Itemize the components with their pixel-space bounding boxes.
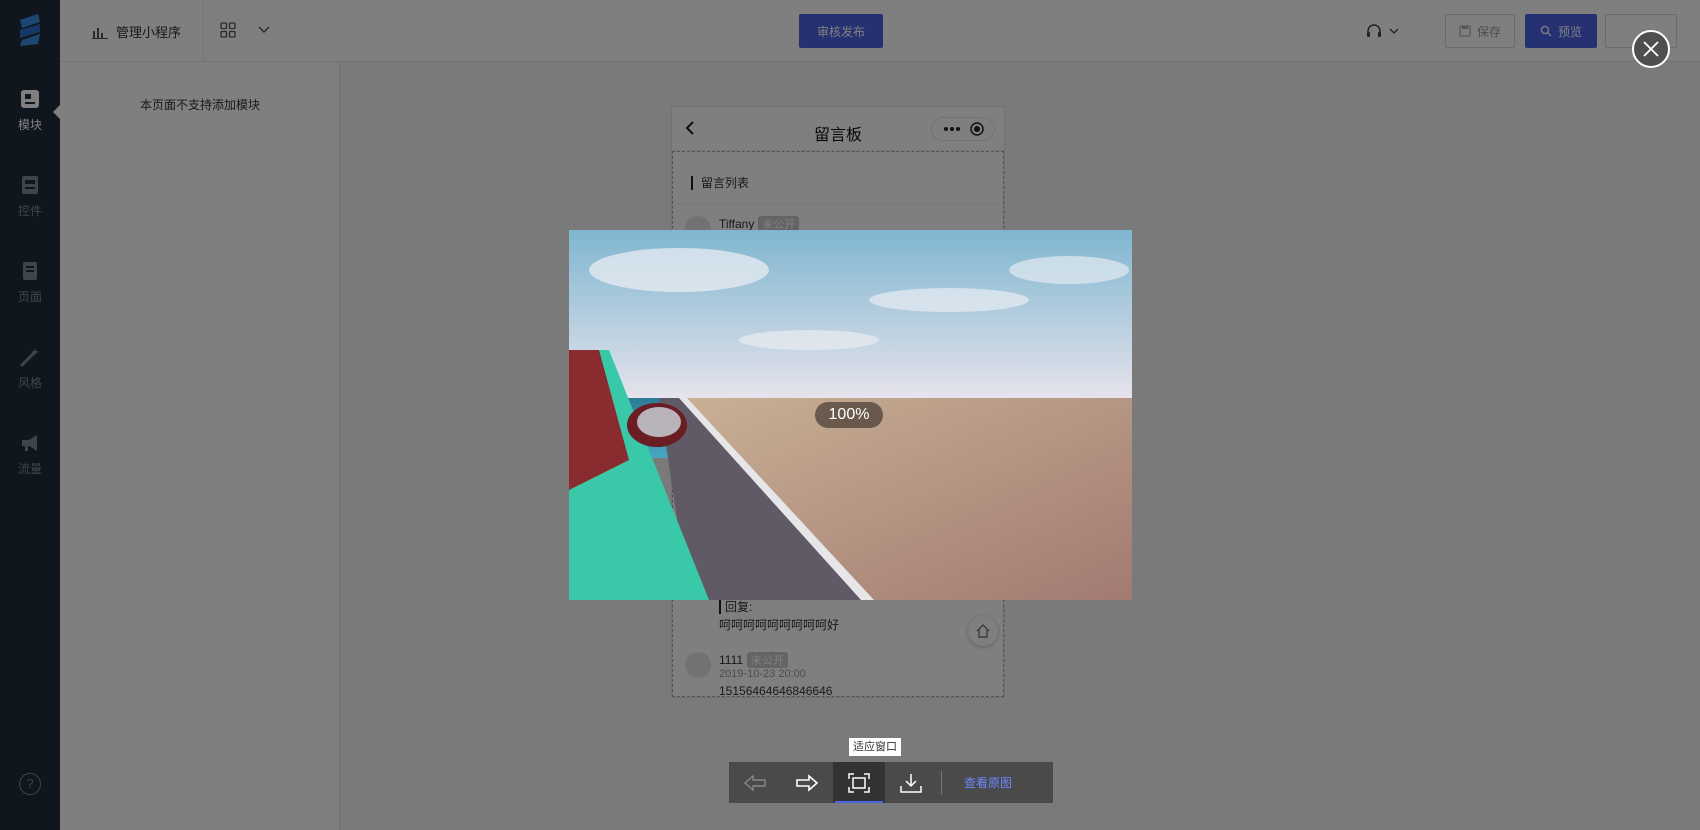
fit-window-button[interactable]	[833, 762, 885, 803]
download-icon	[900, 773, 922, 793]
prev-image-button[interactable]	[729, 762, 781, 803]
toolbar-divider	[941, 770, 942, 795]
fit-window-tooltip: 适应窗口	[849, 738, 901, 756]
view-original-link[interactable]: 查看原图	[964, 774, 1012, 791]
download-button[interactable]	[885, 762, 937, 803]
zoom-level-badge: 100%	[815, 402, 883, 428]
viewer-toolbar: 查看原图	[729, 762, 1053, 803]
fit-screen-icon	[848, 772, 870, 793]
arrow-right-icon	[796, 773, 819, 792]
next-image-button[interactable]	[781, 762, 833, 803]
arrow-left-icon	[743, 773, 766, 792]
close-icon	[1643, 41, 1659, 57]
close-viewer-button[interactable]	[1632, 30, 1670, 68]
